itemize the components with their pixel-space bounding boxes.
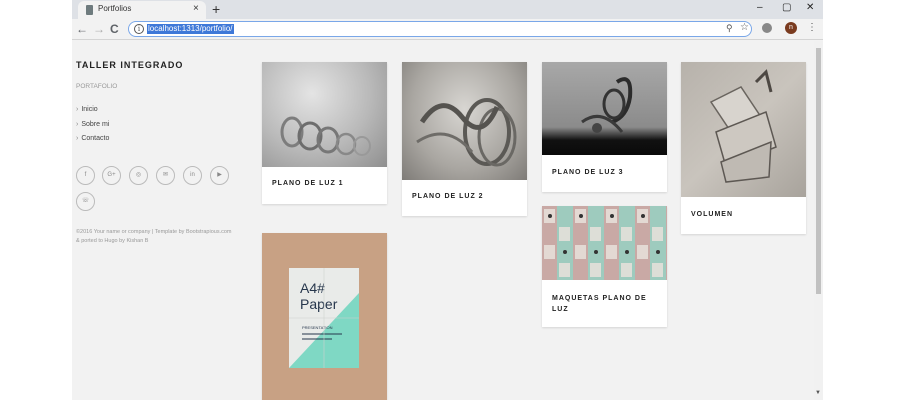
scroll-down-arrow-icon[interactable]: ▼ (815, 390, 821, 396)
portfolio-card-plano-de-luz-2[interactable]: PLANO DE LUZ 2 (402, 62, 527, 216)
footer-credits: ©2016 Your name or company | Template by… (76, 229, 232, 244)
browser-tab[interactable]: Portfolios × (78, 1, 206, 19)
portfolio-card-plano-de-luz-1[interactable]: PLANO DE LUZ 1 (262, 62, 387, 204)
zoom-icon[interactable]: ⚲ (726, 23, 733, 34)
portfolio-thumbnail[interactable]: A4# Paper PRESENTATION (262, 233, 387, 400)
instagram-icon[interactable]: ◎ (129, 166, 148, 185)
email-icon[interactable]: ✉ (156, 166, 175, 185)
page-favicon-icon (86, 5, 93, 15)
reload-button[interactable]: C (110, 22, 119, 36)
info-icon[interactable]: i (134, 24, 144, 34)
portfolio-thumbnail[interactable] (262, 62, 387, 167)
section-label: PORTAFOLIO (76, 83, 118, 90)
card-title[interactable]: PLANO DE LUZ 3 (542, 169, 634, 176)
portfolio-card-maquetas-plano-de-luz[interactable]: MAQUETAS PLANO DE LUZ (542, 206, 667, 327)
tab-close-icon[interactable]: × (193, 3, 199, 15)
close-window-button[interactable]: ✕ (806, 2, 814, 14)
portfolio-card-a4-paper[interactable]: A4# Paper PRESENTATION (262, 233, 387, 400)
tab-title: Portfolios (98, 4, 132, 13)
site-title[interactable]: TALLER INTEGRADO (76, 60, 183, 70)
browser-toolbar: ← → C i localhost:1313/portfolio/ ⚲ ☆ n … (72, 19, 823, 40)
back-button[interactable]: ← (76, 22, 88, 36)
a4-paper-poster: A4# Paper PRESENTATION (289, 268, 359, 368)
poster-headline-line-2: Paper (300, 296, 338, 312)
portfolio-thumbnail[interactable] (542, 62, 667, 155)
nav-item-label: Inicio (81, 106, 98, 113)
sculpture-dark-photo (581, 77, 633, 133)
nav-item-contacto[interactable]: › Contacto (76, 135, 109, 142)
portfolio-thumbnail[interactable] (402, 62, 527, 180)
bookmark-star-icon[interactable]: ☆ (740, 22, 749, 33)
nav-item-label: Contacto (81, 135, 110, 142)
page-scrollbar[interactable]: ▼ (814, 41, 823, 400)
tab-strip: Portfolios × + – ▢ ✕ (72, 0, 823, 19)
chevron-right-icon: › (76, 121, 79, 128)
nav-item-inicio[interactable]: › Inicio (76, 106, 98, 113)
chevron-right-icon: › (76, 106, 79, 113)
youtube-icon[interactable]: ▶ (210, 166, 229, 185)
rings-shadow-photo (416, 98, 517, 167)
page-content: TALLER INTEGRADO PORTAFOLIO › Inicio › Sob… (72, 41, 814, 400)
new-tab-button[interactable]: + (212, 1, 220, 17)
profile-avatar[interactable]: n (785, 22, 797, 34)
card-title[interactable]: MAQUETAS PLANO DE LUZ (542, 293, 660, 315)
url-text[interactable]: localhost:1313/portfolio/ (147, 24, 234, 34)
poster-subtitle: PRESENTATION (302, 325, 333, 330)
restore-button[interactable]: ▢ (782, 2, 791, 14)
poster-headline-line-1: A4# (300, 280, 325, 296)
address-bar[interactable]: i localhost:1313/portfolio/ ⚲ ☆ (128, 21, 752, 37)
collage-grid-photo (544, 209, 663, 277)
portfolio-thumbnail[interactable] (681, 62, 806, 197)
chevron-right-icon: › (76, 135, 79, 142)
card-title[interactable]: VOLUMEN (681, 211, 743, 218)
linkedin-icon[interactable]: in (183, 166, 202, 185)
extension-icon[interactable] (762, 23, 772, 33)
forward-button[interactable]: → (93, 22, 105, 36)
portfolio-thumbnail[interactable] (542, 206, 667, 280)
card-title[interactable]: PLANO DE LUZ 1 (262, 180, 354, 187)
spirals-photo (280, 116, 371, 156)
folded-paper-photo (709, 69, 777, 183)
browser-window: Portfolios × + – ▢ ✕ ← → C i localhost:1… (72, 0, 823, 400)
nav-item-label: Sobre mi (81, 121, 110, 128)
facebook-icon[interactable]: f (76, 166, 95, 185)
card-title[interactable]: PLANO DE LUZ 2 (402, 193, 494, 200)
whatsapp-icon[interactable]: ☏ (76, 192, 95, 211)
minimize-button[interactable]: – (757, 2, 763, 14)
browser-menu-icon[interactable]: ⋮ (807, 21, 817, 35)
google-plus-icon[interactable]: G+ (102, 166, 121, 185)
scrollbar-thumb[interactable] (816, 48, 821, 294)
portfolio-card-volumen[interactable]: VOLUMEN (681, 62, 806, 234)
portfolio-card-plano-de-luz-3[interactable]: PLANO DE LUZ 3 (542, 62, 667, 192)
nav-item-sobre-mi[interactable]: › Sobre mi (76, 121, 109, 128)
